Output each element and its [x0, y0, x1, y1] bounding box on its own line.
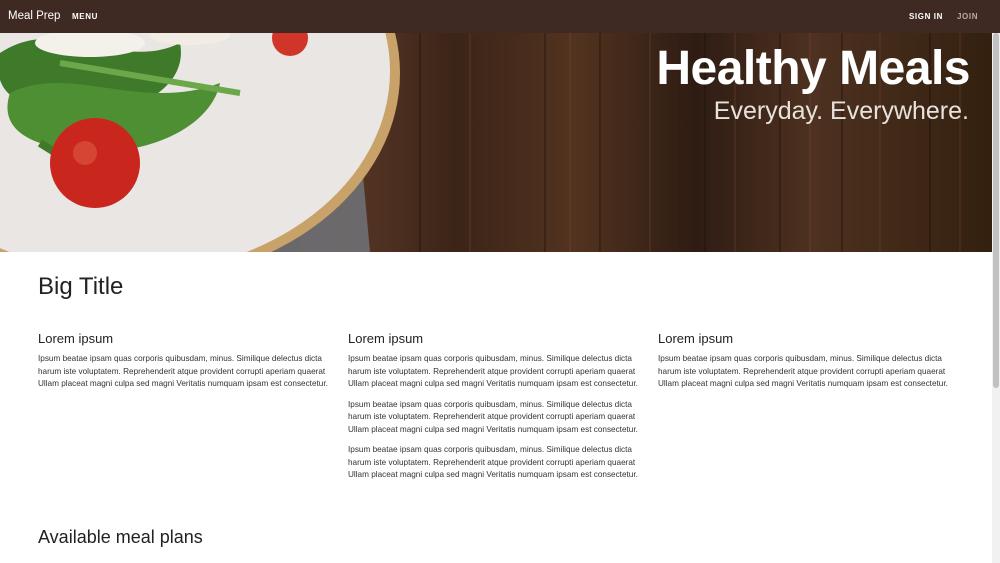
column-heading: Lorem ipsum: [348, 331, 424, 346]
column-paragraph: Ipsum beatae ipsam quas corporis quibusd…: [348, 399, 638, 434]
sign-in-button[interactable]: SIGN IN: [909, 0, 943, 33]
column-heading: Lorem ipsum: [658, 331, 734, 346]
hero-title: Healthy Meals: [656, 42, 970, 95]
menu-button[interactable]: MENU: [72, 0, 98, 33]
column-heading: Lorem ipsum: [38, 331, 114, 346]
brand-title[interactable]: Meal Prep: [8, 0, 60, 33]
meal-plans-heading: Available meal plans: [38, 527, 203, 547]
column-paragraph: Ipsum beatae ipsam quas corporis quibusd…: [38, 354, 328, 388]
content-column-3: Lorem ipsum Ipsum beatae ipsam quas corp…: [658, 331, 958, 399]
column-paragraph: Ipsum beatae ipsam quas corporis quibusd…: [658, 354, 948, 388]
scrollbar-thumb[interactable]: [993, 33, 999, 388]
column-paragraph: Ipsum beatae ipsam quas corporis quibusd…: [348, 354, 638, 388]
join-button[interactable]: JOIN: [957, 0, 978, 33]
content-column-1: Lorem ipsum Ipsum beatae ipsam quas corp…: [38, 331, 338, 399]
content-column-2: Lorem ipsum Ipsum beatae ipsam quas corp…: [348, 331, 648, 490]
page-title: Big Title: [38, 273, 124, 300]
column-paragraph: Ipsum beatae ipsam quas corporis quibusd…: [348, 445, 638, 479]
hero-subtitle: Everyday. Everywhere.: [713, 97, 969, 125]
salad-plate-image: [0, 33, 400, 252]
top-app-bar: Meal Prep MENU SIGN IN JOIN: [0, 0, 1000, 33]
page-scrollbar[interactable]: [992, 33, 1000, 563]
hero-banner: Healthy Meals Everyday. Everywhere.: [0, 33, 992, 252]
